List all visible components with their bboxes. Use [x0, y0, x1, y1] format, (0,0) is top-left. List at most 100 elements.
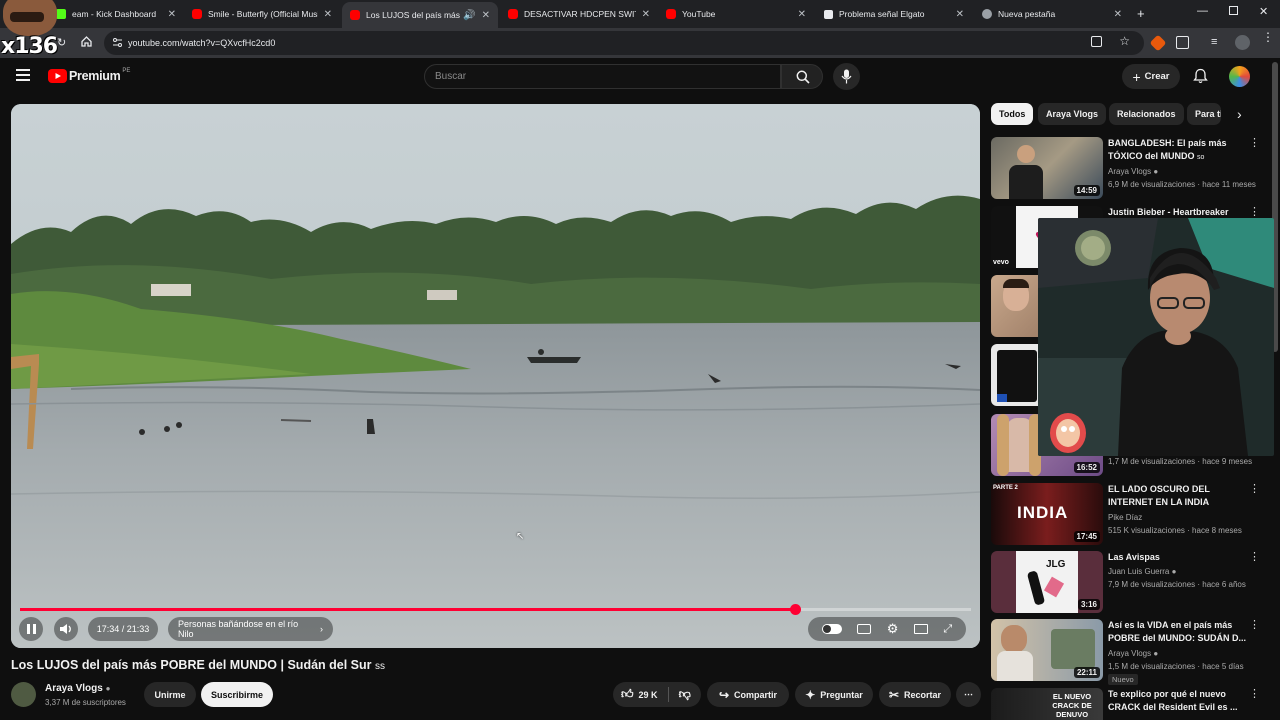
more-vertical-icon[interactable]: ⋮ — [1249, 620, 1260, 631]
extensions-puzzle-icon[interactable] — [1176, 36, 1189, 49]
close-icon[interactable]: ✕ — [168, 9, 176, 20]
minimize-icon[interactable]: — — [1197, 5, 1208, 17]
channel-name[interactable]: Pike Díaz — [1108, 513, 1142, 522]
browser-menu-icon[interactable]: ⋮ — [1262, 31, 1274, 43]
more-vertical-icon[interactable]: ⋮ — [1249, 484, 1260, 495]
settings-gear-icon[interactable]: ⚙ — [887, 621, 899, 637]
chapter-button[interactable]: Personas bañándose en el río Nilo › — [168, 617, 333, 641]
address-bar[interactable]: youtube.com/watch?v=QXvcfHc2cd0 ☆ — [104, 31, 1144, 55]
more-vertical-icon[interactable]: ⋮ — [1249, 138, 1260, 149]
browser-tab[interactable]: eam - Kick Dashboard ✕ — [48, 3, 184, 25]
browser-tab[interactable]: DESACTIVAR HDCPEN SWITCH ✕ — [500, 3, 658, 25]
video-thumbnail[interactable]: 14:59 — [991, 137, 1103, 199]
voice-search-button[interactable] — [833, 63, 860, 90]
chevron-right-icon[interactable]: › — [1237, 106, 1242, 122]
progress-bar[interactable] — [20, 604, 971, 615]
list-item[interactable]: 22:11 Así es la VIDA en el país más POBR… — [991, 619, 1271, 685]
list-item[interactable]: JLG 3:16 Las Avispas Juan Luis Guerra ● … — [991, 551, 1271, 613]
video-thumbnail[interactable]: JLG 3:16 — [991, 551, 1103, 613]
search-icon — [796, 70, 810, 84]
new-badge: Nuevo — [1108, 674, 1138, 685]
close-icon[interactable]: ✕ — [798, 9, 806, 20]
browser-tab[interactable]: Problema señal Elgato ✕ — [816, 3, 972, 25]
sparkle-icon: ✦ — [805, 687, 816, 702]
clip-button[interactable]: ✂ Recortar — [879, 682, 951, 707]
channel-name-text: Araya Vlogs — [45, 683, 103, 694]
chip-all[interactable]: Todos — [991, 103, 1034, 125]
channel-name[interactable]: Araya Vlogs ● — [45, 683, 110, 694]
channel-avatar[interactable] — [11, 682, 36, 707]
list-item[interactable]: PARTE 2 INDIA 17:45 EL LADO OSCURO DEL I… — [991, 483, 1271, 545]
ask-button[interactable]: ✦ Preguntar — [795, 682, 873, 707]
close-icon[interactable]: ✕ — [1114, 9, 1122, 20]
channel-name[interactable]: Araya Vlogs ● — [1108, 649, 1158, 658]
more-vertical-icon[interactable]: ⋮ — [1249, 207, 1260, 218]
video-thumbnail[interactable]: 22:11 — [991, 619, 1103, 681]
close-icon[interactable]: ✕ — [956, 9, 964, 20]
search-button[interactable] — [781, 64, 823, 89]
home-icon[interactable] — [80, 35, 93, 53]
tab-label: Los LUJOS del país más PO — [366, 10, 461, 20]
share-button[interactable]: ↪ Compartir — [707, 682, 789, 707]
close-window-icon[interactable]: ✕ — [1259, 5, 1268, 18]
dislike-icon[interactable]: 👎︎ — [679, 687, 691, 702]
list-item[interactable]: EL NUEVO CRACK DE DENUVO Te explico por … — [991, 688, 1271, 720]
subtitles-icon[interactable] — [857, 624, 872, 634]
close-icon[interactable]: ✕ — [642, 9, 650, 20]
progress-scrubber-handle[interactable] — [790, 604, 802, 615]
join-button[interactable]: Unirme — [144, 682, 196, 707]
maximize-icon[interactable] — [1229, 6, 1238, 15]
right-controls: ⚙ ⤢ — [808, 617, 966, 641]
install-app-icon[interactable] — [1091, 36, 1102, 47]
user-avatar[interactable] — [1229, 66, 1250, 87]
close-icon[interactable]: ✕ — [482, 10, 490, 21]
chapter-label: Personas bañándose en el río Nilo — [178, 619, 299, 639]
theater-mode-icon[interactable] — [913, 624, 928, 634]
volume-button[interactable] — [54, 617, 78, 641]
youtube-logo[interactable]: Premium PE — [48, 68, 130, 83]
tab-label: Nueva pestaña — [998, 9, 1056, 19]
list-item[interactable]: 14:59 BANGLADESH: El país más TÓXICO del… — [991, 137, 1271, 199]
notifications-bell-icon[interactable] — [1193, 68, 1208, 89]
site-info-icon[interactable] — [112, 37, 123, 50]
search-input[interactable]: Buscar — [424, 64, 781, 89]
subscribe-button[interactable]: Suscribirme — [201, 682, 273, 707]
more-vertical-icon[interactable]: ⋮ — [1249, 689, 1260, 700]
more-vertical-icon[interactable]: ⋮ — [1249, 552, 1260, 563]
bookmark-star-icon[interactable]: ☆ — [1119, 34, 1130, 48]
microphone-icon — [841, 69, 852, 84]
create-label: Crear — [1144, 71, 1170, 82]
video-thumbnail[interactable]: EL NUEVO CRACK DE DENUVO — [991, 688, 1103, 720]
extension-icon[interactable] — [1149, 34, 1167, 52]
browser-tab-active[interactable]: Los LUJOS del país más PO 🔊 ✕ — [342, 2, 498, 28]
video-player[interactable]: ↖ 17:34 / 21:33 Personas bañándose en el… — [11, 104, 980, 648]
channel-name[interactable]: Juan Luis Guerra ● — [1108, 567, 1176, 576]
verified-icon: ● — [1153, 649, 1159, 658]
new-tab-button[interactable]: + — [1137, 6, 1145, 21]
video-duration: 14:59 — [1073, 185, 1100, 196]
chip-related[interactable]: Relacionados — [1109, 103, 1184, 125]
chip-for-you[interactable]: Para ti — [1187, 103, 1221, 125]
browser-tab[interactable]: YouTube ✕ — [658, 3, 814, 25]
profile-avatar[interactable] — [1235, 35, 1250, 50]
chip-channel[interactable]: Araya Vlogs — [1038, 103, 1107, 125]
video-duration: 3:16 — [1077, 599, 1100, 610]
pause-button[interactable] — [19, 617, 43, 641]
like-icon[interactable]: 👍︎ — [621, 687, 634, 702]
more-actions-button[interactable]: ⋯ — [956, 682, 981, 707]
browser-tab[interactable]: Nueva pestaña ✕ — [974, 3, 1130, 25]
speaker-icon[interactable]: 🔊 — [463, 10, 475, 21]
counter-text: x136 — [1, 34, 58, 58]
browser-tab[interactable]: Smile - Butterfly (Official Music ✕ — [184, 3, 340, 25]
fullscreen-icon[interactable]: ⤢ — [943, 623, 952, 636]
close-icon[interactable]: ✕ — [324, 9, 332, 20]
autoplay-toggle[interactable] — [821, 624, 842, 634]
channel-name[interactable]: Araya Vlogs ● — [1108, 167, 1158, 176]
like-count[interactable]: 29 K — [639, 690, 658, 700]
time-text: 17:34 / 21:33 — [96, 624, 150, 634]
video-thumbnail[interactable]: PARTE 2 INDIA 17:45 — [991, 483, 1103, 545]
menu-hamburger-icon[interactable] — [16, 69, 30, 81]
media-control-icon[interactable]: ≡ — [1211, 36, 1217, 48]
create-button[interactable]: + Crear — [1122, 64, 1180, 89]
video-title: BANGLADESH: El país más TÓXICO del MUNDO… — [1108, 138, 1227, 161]
